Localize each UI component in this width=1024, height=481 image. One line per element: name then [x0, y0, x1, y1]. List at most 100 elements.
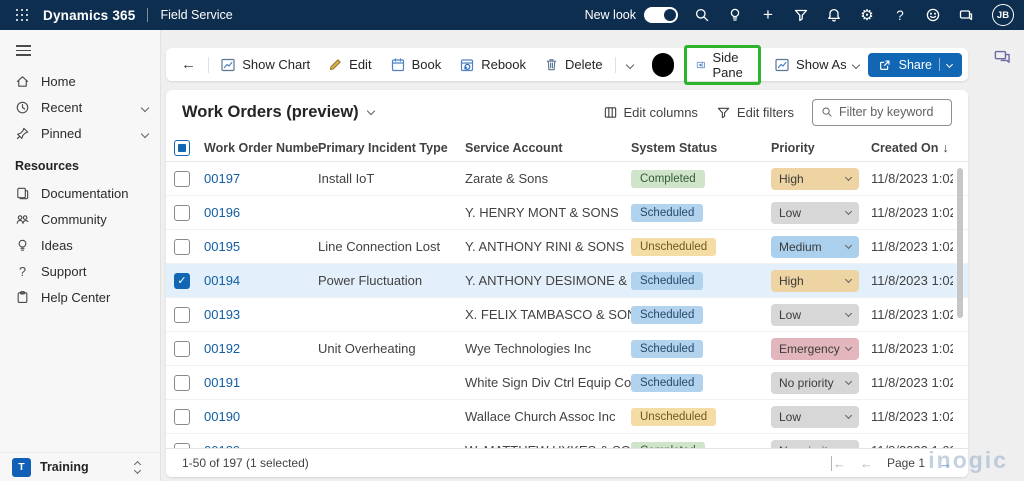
- row-checkbox[interactable]: [174, 238, 190, 255]
- work-order-number-link[interactable]: 00197: [204, 171, 318, 186]
- table-row[interactable]: 00197 Install IoT Zarate & Sons Completed Hi…: [166, 162, 968, 196]
- priority-dropdown[interactable]: Low: [771, 405, 859, 428]
- edit-filters-button[interactable]: Edit filters: [716, 105, 794, 120]
- show-chart-button[interactable]: Show Chart: [211, 52, 319, 78]
- row-checkbox[interactable]: [174, 340, 190, 357]
- app-name[interactable]: Field Service: [160, 8, 232, 22]
- sidebar-item-ideas[interactable]: Ideas: [0, 233, 160, 259]
- pager: ← ← Page 1 →: [830, 455, 952, 471]
- overflow-chevron-button[interactable]: [618, 52, 642, 78]
- table-row[interactable]: 00193 X. FELIX TAMBASCO & SONS Scheduled Lo…: [166, 298, 968, 332]
- work-order-number-link[interactable]: 00192: [204, 341, 318, 356]
- service-account[interactable]: X. FELIX TAMBASCO & SONS: [465, 307, 631, 322]
- priority-dropdown[interactable]: High: [771, 167, 859, 190]
- table-row[interactable]: 00189W. MATTHEW HYKES & SONSCompletedNo …: [166, 434, 968, 448]
- filter-icon[interactable]: [792, 6, 810, 24]
- search-icon[interactable]: [693, 6, 711, 24]
- keyword-filter-input[interactable]: [838, 105, 943, 119]
- service-account[interactable]: Zarate & Sons: [465, 171, 631, 186]
- service-account[interactable]: Y. ANTHONY RINI & SONS: [465, 239, 631, 254]
- next-page-button[interactable]: →: [939, 456, 952, 471]
- row-checkbox[interactable]: [174, 306, 190, 323]
- row-checkbox[interactable]: [174, 204, 190, 221]
- sidebar-item-support[interactable]: ? Support: [0, 259, 160, 285]
- column-header-created-on[interactable]: Created On ↓: [871, 141, 953, 155]
- work-order-number-link[interactable]: 00196: [204, 205, 318, 220]
- edit-button[interactable]: Edit: [319, 52, 380, 78]
- help-icon[interactable]: ?: [891, 6, 909, 24]
- brand-logo[interactable]: Dynamics 365: [43, 8, 135, 23]
- column-header-work-order-number[interactable]: Work Order Number: [204, 141, 318, 155]
- environment-switcher[interactable]: T Training: [0, 452, 160, 481]
- service-account[interactable]: Wye Technologies Inc: [465, 341, 631, 356]
- toggle-switch-icon[interactable]: [644, 7, 678, 23]
- work-order-number-link[interactable]: 00190: [204, 409, 318, 424]
- sidebar-item-community[interactable]: Community: [0, 207, 160, 233]
- notifications-icon[interactable]: [825, 6, 843, 24]
- row-checkbox[interactable]: [174, 170, 190, 187]
- table-row[interactable]: 00195 Line Connection Lost Y. ANTHONY RINI…: [166, 230, 968, 264]
- service-account[interactable]: Y. HENRY MONT & SONS: [465, 205, 631, 220]
- account-avatar[interactable]: JB: [992, 4, 1014, 26]
- first-page-button[interactable]: ←: [830, 455, 846, 471]
- side-pane-button[interactable]: Side Pane: [683, 44, 762, 85]
- table-row[interactable]: 00192 Unit Overheating Wye Technologies In…: [166, 332, 968, 366]
- previous-page-button[interactable]: ←: [860, 456, 873, 471]
- app-launcher-icon[interactable]: [16, 8, 29, 22]
- show-as-button[interactable]: Show As: [765, 52, 868, 78]
- row-checkbox[interactable]: [174, 374, 190, 391]
- back-button[interactable]: ←: [172, 52, 205, 78]
- chevron-down-icon[interactable]: [140, 129, 150, 139]
- priority-dropdown[interactable]: Medium: [771, 235, 859, 258]
- priority-dropdown[interactable]: Low: [771, 303, 859, 326]
- smiley-feedback-icon[interactable]: [924, 6, 942, 24]
- table-row[interactable]: 00191 White Sign Div Ctrl Equip Co Schedul…: [166, 366, 968, 400]
- priority-dropdown[interactable]: No priority: [771, 439, 859, 448]
- work-order-number-link[interactable]: 00195: [204, 239, 318, 254]
- work-order-number-link[interactable]: 00194: [204, 273, 318, 288]
- work-order-number-link[interactable]: 00193: [204, 307, 318, 322]
- row-checkbox[interactable]: ✓: [174, 272, 190, 289]
- sidebar-item-home[interactable]: Home: [0, 69, 160, 95]
- table-row[interactable]: 00196 Y. HENRY MONT & SONS Scheduled Low 11/…: [166, 196, 968, 230]
- priority-dropdown[interactable]: Emergency: [771, 337, 859, 360]
- work-order-number-link[interactable]: 00191: [204, 375, 318, 390]
- view-selector[interactable]: Work Orders (preview): [182, 103, 375, 122]
- hamburger-menu-icon[interactable]: [0, 30, 160, 69]
- service-account[interactable]: Wallace Church Assoc Inc: [465, 409, 631, 424]
- add-icon[interactable]: +: [759, 5, 777, 24]
- chevron-down-icon[interactable]: [945, 60, 954, 69]
- new-look-toggle[interactable]: New look: [585, 7, 678, 23]
- sidebar-item-help-center[interactable]: Help Center: [0, 285, 160, 311]
- copilot-chat-icon[interactable]: [993, 48, 1012, 72]
- select-all-checkbox[interactable]: [174, 139, 190, 156]
- keyword-filter-box[interactable]: [812, 98, 952, 126]
- priority-dropdown[interactable]: Low: [771, 201, 859, 224]
- chevron-down-icon[interactable]: [140, 103, 150, 113]
- column-header-primary-incident-type[interactable]: Primary Incident Type: [318, 141, 465, 155]
- sidebar-item-recent[interactable]: Recent: [0, 95, 160, 121]
- show-as-icon: [775, 58, 789, 71]
- column-header-priority[interactable]: Priority: [771, 141, 871, 155]
- book-button[interactable]: Book: [381, 52, 451, 78]
- column-header-system-status[interactable]: System Status: [631, 141, 771, 155]
- sidebar-item-documentation[interactable]: Documentation: [0, 181, 160, 207]
- priority-dropdown[interactable]: High: [771, 269, 859, 292]
- share-button[interactable]: Share: [867, 52, 962, 77]
- lightbulb-icon[interactable]: [726, 6, 744, 24]
- rebook-button[interactable]: Rebook: [450, 52, 535, 78]
- service-account[interactable]: Y. ANTHONY DESIMONE & SONS: [465, 273, 631, 288]
- settings-gear-icon[interactable]: ⚙: [858, 6, 876, 24]
- edit-columns-button[interactable]: Edit columns: [603, 105, 698, 120]
- column-header-service-account[interactable]: Service Account: [465, 141, 631, 155]
- table-row[interactable]: ✓ 00194 Power Fluctuation Y. ANTHONY DESIMO…: [166, 264, 968, 298]
- chat-icon[interactable]: [957, 6, 975, 24]
- row-checkbox[interactable]: [174, 408, 190, 425]
- priority-dropdown[interactable]: No priority: [771, 371, 859, 394]
- delete-button[interactable]: Delete: [535, 52, 612, 78]
- service-account[interactable]: White Sign Div Ctrl Equip Co: [465, 375, 631, 390]
- table-row[interactable]: 00190 Wallace Church Assoc Inc Unscheduled…: [166, 400, 968, 434]
- vertical-scrollbar[interactable]: [957, 168, 963, 318]
- redacted-button[interactable]: [651, 52, 674, 77]
- sidebar-item-pinned[interactable]: Pinned: [0, 121, 160, 147]
